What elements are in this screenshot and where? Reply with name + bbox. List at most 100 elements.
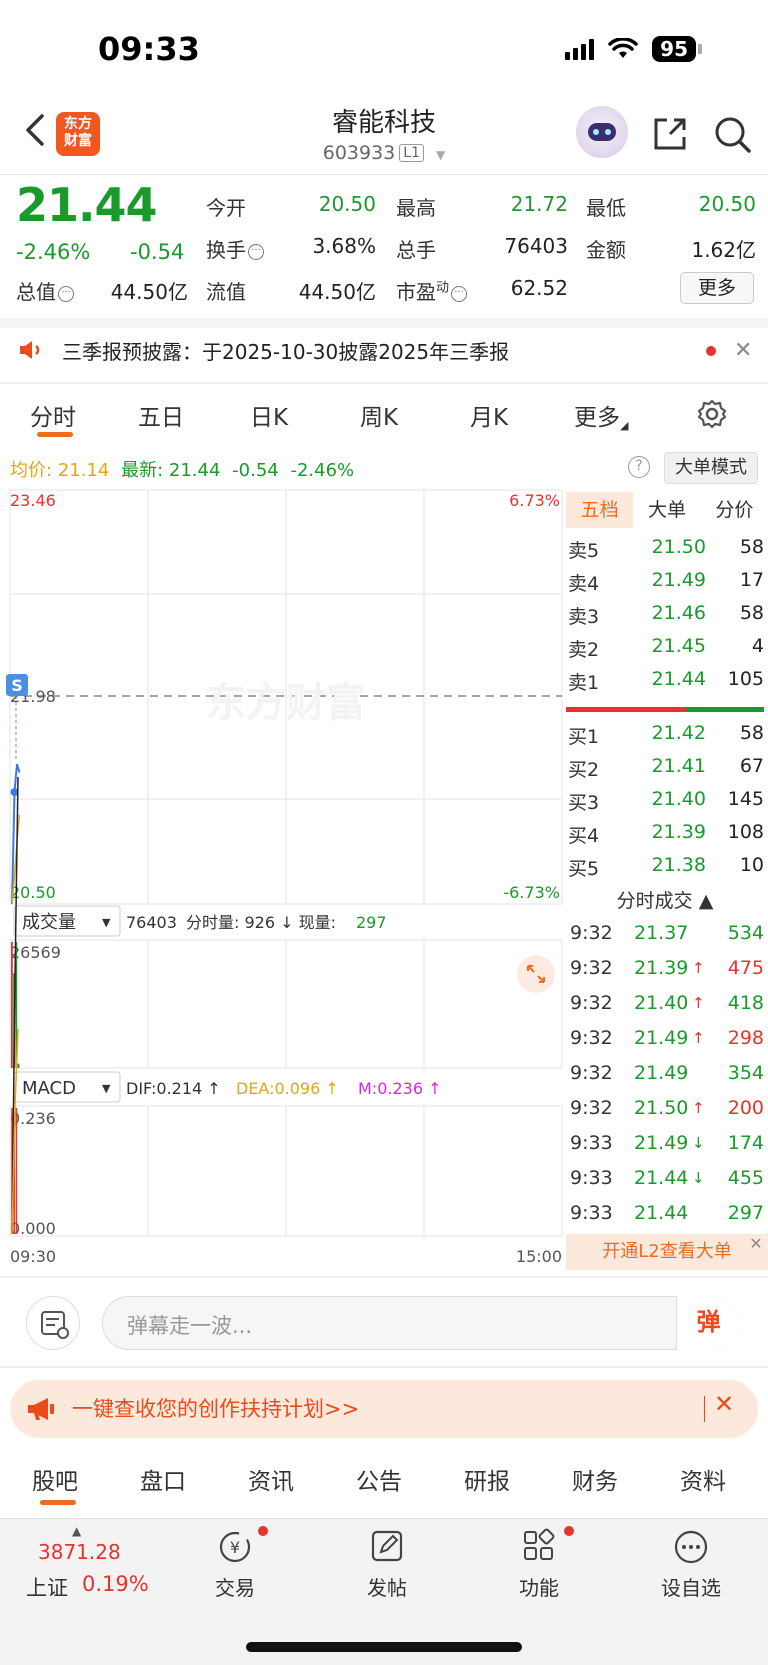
tick-row: 9:32 21.49 ↑ 298	[566, 1023, 764, 1058]
level-volume: 4	[751, 635, 764, 657]
tab-guba[interactable]: 股吧	[32, 1462, 78, 1496]
index-name[interactable]: 上证	[26, 1572, 68, 1602]
pe-label[interactable]: 市盈动 ···	[396, 276, 468, 305]
status-icons: 95	[565, 36, 702, 62]
volume-bar	[11, 942, 13, 1068]
tab-big-order[interactable]: 大单	[633, 492, 700, 528]
latest-percent: -2.46%	[290, 460, 355, 481]
ask-row[interactable]: 卖1 21.44 105	[566, 664, 764, 697]
nav-post[interactable]: 发帖	[332, 1528, 442, 1601]
l2-upgrade-banner[interactable]: 开通L2查看大单	[566, 1234, 768, 1270]
level-label: 卖1	[568, 672, 600, 694]
ask-row[interactable]: 卖2 21.45 4	[566, 631, 764, 664]
bid-row[interactable]: 买3 21.40 145	[566, 784, 764, 817]
tab-price-dist[interactable]: 分价	[701, 492, 768, 528]
ask-row[interactable]: 卖5 21.50 58	[566, 532, 764, 565]
info-icon: ···	[58, 286, 74, 302]
tick-direction: ↓	[692, 1169, 705, 1187]
tick-time: 9:32	[570, 1062, 613, 1084]
bid-row[interactable]: 买1 21.42 58	[566, 718, 764, 751]
tick-volume: 455	[727, 1167, 764, 1189]
danmaku-input[interactable]: 弹幕走一波...	[102, 1296, 740, 1350]
tab-daily-k[interactable]: 日K	[250, 398, 288, 432]
level-label: 卖2	[568, 639, 600, 661]
ticks-title[interactable]: 分时成交 ▲	[566, 886, 764, 913]
mktcap-value: 44.50亿	[110, 280, 188, 304]
tab-more[interactable]: 更多◢	[574, 398, 628, 432]
open-label: 今开	[206, 196, 246, 220]
tick-time: 9:32	[570, 992, 613, 1014]
bid-row[interactable]: 买4 21.39 108	[566, 817, 764, 850]
time-end-label: 15:00	[516, 1247, 562, 1266]
pct-top-label: 6.73%	[509, 491, 560, 510]
tick-price: 21.49	[634, 1132, 689, 1154]
level-label: 卖3	[568, 606, 600, 628]
search-icon[interactable]	[712, 114, 752, 154]
volume-grid	[9, 939, 563, 1069]
open-value: 20.50	[318, 192, 376, 216]
level-badge: L1	[399, 144, 424, 162]
tab-5day[interactable]: 五日	[138, 398, 184, 432]
more-quote-button[interactable]: 更多	[680, 272, 754, 304]
low-label: 最低	[586, 196, 626, 220]
tab-finance[interactable]: 财务	[572, 1462, 618, 1496]
help-icon[interactable]: ?	[628, 456, 650, 478]
nav-functions[interactable]: 功能	[484, 1528, 594, 1601]
promo-close-button[interactable]: ✕	[714, 1390, 734, 1418]
expand-button[interactable]	[517, 955, 555, 993]
bid-row[interactable]: 买5 21.38 10	[566, 850, 764, 883]
gear-icon[interactable]	[696, 398, 728, 430]
nav-trade[interactable]: ¥ 交易	[180, 1528, 290, 1601]
tab-research[interactable]: 研报	[464, 1462, 510, 1496]
avg-value: 21.14	[57, 460, 110, 481]
mktcap-label[interactable]: 总值 ···	[16, 276, 74, 305]
tab-intraday[interactable]: 分时	[30, 398, 76, 432]
tab-profile[interactable]: 资料	[680, 1462, 726, 1496]
caret-down-icon: ▼	[102, 916, 111, 929]
active-tab-indicator	[37, 432, 73, 437]
assistant-robot-icon[interactable]	[576, 106, 628, 158]
l2-close-button[interactable]: ✕	[746, 1234, 766, 1254]
notice-close-button[interactable]: ✕	[734, 338, 752, 363]
danmaku-send-button[interactable]: 弹	[676, 1296, 740, 1350]
section-divider	[0, 318, 768, 328]
notice-text[interactable]: 三季报预披露：于2025-10-30披露2025年三季报	[62, 336, 509, 365]
tab-news[interactable]: 资讯	[248, 1462, 294, 1496]
nav-trade-label: 交易	[215, 1576, 255, 1600]
promo-text[interactable]: 一键查收您的创作扶持计划>>	[72, 1393, 359, 1423]
level-price: 21.46	[651, 602, 706, 624]
tab-announcements[interactable]: 公告	[356, 1462, 402, 1496]
info-icon: ···	[451, 286, 468, 302]
section-divider	[0, 382, 768, 384]
volume-now: 297	[356, 913, 387, 932]
caret-down-icon: ▼	[102, 1082, 111, 1095]
danmaku-settings-button[interactable]	[26, 1296, 80, 1350]
share-icon[interactable]	[650, 114, 690, 154]
big-order-mode-button[interactable]: 大单模式	[664, 452, 758, 484]
index-value[interactable]: 3871.28	[38, 1540, 121, 1564]
ask-row[interactable]: 卖3 21.46 58	[566, 598, 764, 631]
nav-add-watchlist[interactable]: 设自选	[636, 1528, 746, 1601]
turnover-label[interactable]: 换手 ···	[206, 234, 264, 263]
tab-five-level[interactable]: 五档	[566, 492, 634, 528]
stock-code: 603933	[322, 142, 396, 164]
float-label: 流值	[206, 280, 246, 304]
edit-icon	[371, 1530, 403, 1562]
level-price: 21.50	[651, 536, 706, 558]
price-top-label: 23.46	[10, 491, 56, 510]
level-volume: 145	[727, 788, 764, 810]
bid-row[interactable]: 买2 21.41 67	[566, 751, 764, 784]
info-icon: ···	[248, 244, 264, 260]
tick-volume: 174	[727, 1132, 764, 1154]
ask-row[interactable]: 卖4 21.49 17	[566, 565, 764, 598]
tab-monthly-k[interactable]: 月K	[470, 398, 508, 432]
status-time: 09:33	[98, 30, 200, 68]
level-label: 卖5	[568, 540, 600, 562]
tab-pankou[interactable]: 盘口	[140, 1462, 186, 1496]
volume-value: 76403	[504, 234, 568, 258]
tick-price: 21.37	[634, 922, 689, 944]
intraday-chart[interactable]: 东方财富 23.46 6.73% 21.98 20.50 -6.73% S 成交…	[0, 488, 566, 1278]
index-change[interactable]: 0.19%	[82, 1572, 149, 1596]
tick-time: 9:33	[570, 1202, 613, 1224]
tab-weekly-k[interactable]: 周K	[360, 398, 398, 432]
